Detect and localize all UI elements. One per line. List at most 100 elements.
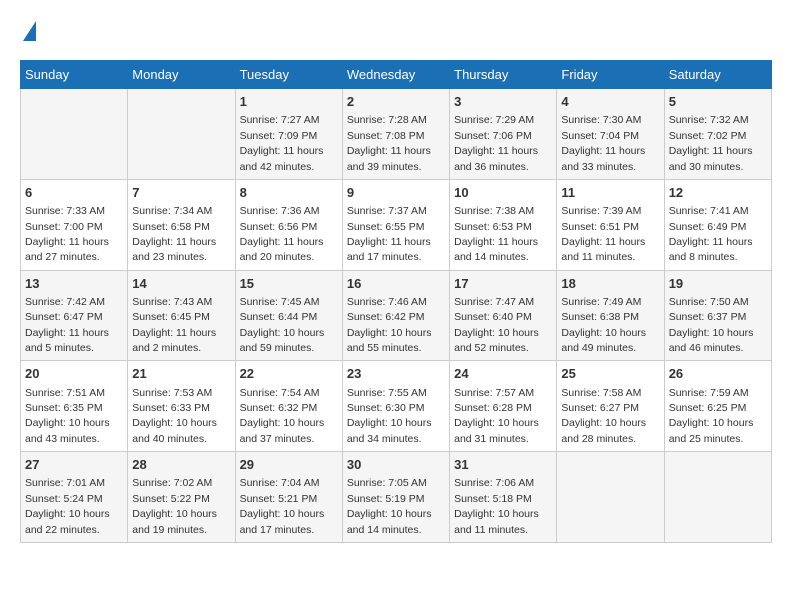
- daylight-text: Daylight: 10 hours and 55 minutes.: [347, 327, 432, 354]
- sunrise-text: Sunrise: 7:57 AM: [454, 387, 534, 399]
- day-number: 10: [454, 184, 552, 202]
- calendar-cell: 23Sunrise: 7:55 AMSunset: 6:30 PMDayligh…: [342, 361, 449, 452]
- sunset-text: Sunset: 6:33 PM: [132, 402, 210, 414]
- calendar-cell: 6Sunrise: 7:33 AMSunset: 7:00 PMDaylight…: [21, 179, 128, 270]
- weekday-header-saturday: Saturday: [664, 61, 771, 89]
- calendar-cell: 8Sunrise: 7:36 AMSunset: 6:56 PMDaylight…: [235, 179, 342, 270]
- day-number: 25: [561, 365, 659, 383]
- calendar-cell: 16Sunrise: 7:46 AMSunset: 6:42 PMDayligh…: [342, 270, 449, 361]
- day-number: 31: [454, 456, 552, 474]
- sunset-text: Sunset: 7:09 PM: [240, 130, 318, 142]
- logo-line1: [20, 20, 36, 44]
- day-number: 30: [347, 456, 445, 474]
- sunset-text: Sunset: 7:02 PM: [669, 130, 747, 142]
- calendar-cell: 4Sunrise: 7:30 AMSunset: 7:04 PMDaylight…: [557, 89, 664, 180]
- daylight-text: Daylight: 10 hours and 28 minutes.: [561, 417, 646, 444]
- day-number: 14: [132, 275, 230, 293]
- sunrise-text: Sunrise: 7:43 AM: [132, 296, 212, 308]
- sunset-text: Sunset: 6:56 PM: [240, 221, 318, 233]
- day-number: 24: [454, 365, 552, 383]
- sunrise-text: Sunrise: 7:06 AM: [454, 477, 534, 489]
- sunrise-text: Sunrise: 7:34 AM: [132, 205, 212, 217]
- calendar-cell: 10Sunrise: 7:38 AMSunset: 6:53 PMDayligh…: [450, 179, 557, 270]
- daylight-text: Daylight: 11 hours and 27 minutes.: [25, 236, 109, 263]
- week-row-5: 27Sunrise: 7:01 AMSunset: 5:24 PMDayligh…: [21, 452, 772, 543]
- sunrise-text: Sunrise: 7:53 AM: [132, 387, 212, 399]
- daylight-text: Daylight: 11 hours and 33 minutes.: [561, 145, 645, 172]
- sunset-text: Sunset: 6:25 PM: [669, 402, 747, 414]
- daylight-text: Daylight: 10 hours and 25 minutes.: [669, 417, 754, 444]
- day-number: 27: [25, 456, 123, 474]
- sunset-text: Sunset: 6:49 PM: [669, 221, 747, 233]
- sunrise-text: Sunrise: 7:46 AM: [347, 296, 427, 308]
- calendar-cell: 3Sunrise: 7:29 AMSunset: 7:06 PMDaylight…: [450, 89, 557, 180]
- daylight-text: Daylight: 11 hours and 11 minutes.: [561, 236, 645, 263]
- daylight-text: Daylight: 10 hours and 40 minutes.: [132, 417, 217, 444]
- day-number: 29: [240, 456, 338, 474]
- weekday-header-row: SundayMondayTuesdayWednesdayThursdayFrid…: [21, 61, 772, 89]
- sunrise-text: Sunrise: 7:32 AM: [669, 114, 749, 126]
- sunrise-text: Sunrise: 7:37 AM: [347, 205, 427, 217]
- daylight-text: Daylight: 10 hours and 31 minutes.: [454, 417, 539, 444]
- day-number: 15: [240, 275, 338, 293]
- sunset-text: Sunset: 6:44 PM: [240, 311, 318, 323]
- sunrise-text: Sunrise: 7:02 AM: [132, 477, 212, 489]
- day-number: 7: [132, 184, 230, 202]
- day-number: 1: [240, 93, 338, 111]
- sunrise-text: Sunrise: 7:05 AM: [347, 477, 427, 489]
- daylight-text: Daylight: 11 hours and 17 minutes.: [347, 236, 431, 263]
- sunset-text: Sunset: 6:30 PM: [347, 402, 425, 414]
- week-row-2: 6Sunrise: 7:33 AMSunset: 7:00 PMDaylight…: [21, 179, 772, 270]
- daylight-text: Daylight: 10 hours and 17 minutes.: [240, 508, 325, 535]
- sunrise-text: Sunrise: 7:28 AM: [347, 114, 427, 126]
- sunrise-text: Sunrise: 7:04 AM: [240, 477, 320, 489]
- sunset-text: Sunset: 7:06 PM: [454, 130, 532, 142]
- calendar-cell: [557, 452, 664, 543]
- day-number: 2: [347, 93, 445, 111]
- day-number: 28: [132, 456, 230, 474]
- daylight-text: Daylight: 10 hours and 11 minutes.: [454, 508, 539, 535]
- daylight-text: Daylight: 11 hours and 2 minutes.: [132, 327, 216, 354]
- calendar-cell: 15Sunrise: 7:45 AMSunset: 6:44 PMDayligh…: [235, 270, 342, 361]
- sunrise-text: Sunrise: 7:55 AM: [347, 387, 427, 399]
- sunset-text: Sunset: 7:00 PM: [25, 221, 103, 233]
- day-number: 16: [347, 275, 445, 293]
- logo: [20, 20, 36, 44]
- weekday-header-tuesday: Tuesday: [235, 61, 342, 89]
- logo-triangle-icon: [23, 21, 36, 41]
- daylight-text: Daylight: 10 hours and 22 minutes.: [25, 508, 110, 535]
- week-row-1: 1Sunrise: 7:27 AMSunset: 7:09 PMDaylight…: [21, 89, 772, 180]
- weekday-header-friday: Friday: [557, 61, 664, 89]
- calendar-cell: [664, 452, 771, 543]
- calendar-cell: 19Sunrise: 7:50 AMSunset: 6:37 PMDayligh…: [664, 270, 771, 361]
- calendar-cell: 27Sunrise: 7:01 AMSunset: 5:24 PMDayligh…: [21, 452, 128, 543]
- calendar-cell: 12Sunrise: 7:41 AMSunset: 6:49 PMDayligh…: [664, 179, 771, 270]
- calendar-cell: 22Sunrise: 7:54 AMSunset: 6:32 PMDayligh…: [235, 361, 342, 452]
- daylight-text: Daylight: 11 hours and 20 minutes.: [240, 236, 324, 263]
- day-number: 18: [561, 275, 659, 293]
- calendar-cell: 14Sunrise: 7:43 AMSunset: 6:45 PMDayligh…: [128, 270, 235, 361]
- weekday-header-wednesday: Wednesday: [342, 61, 449, 89]
- daylight-text: Daylight: 11 hours and 8 minutes.: [669, 236, 753, 263]
- sunset-text: Sunset: 6:55 PM: [347, 221, 425, 233]
- sunrise-text: Sunrise: 7:41 AM: [669, 205, 749, 217]
- daylight-text: Daylight: 11 hours and 36 minutes.: [454, 145, 538, 172]
- sunset-text: Sunset: 6:37 PM: [669, 311, 747, 323]
- sunset-text: Sunset: 7:04 PM: [561, 130, 639, 142]
- calendar-cell: 29Sunrise: 7:04 AMSunset: 5:21 PMDayligh…: [235, 452, 342, 543]
- sunset-text: Sunset: 6:35 PM: [25, 402, 103, 414]
- day-number: 21: [132, 365, 230, 383]
- day-number: 20: [25, 365, 123, 383]
- daylight-text: Daylight: 10 hours and 37 minutes.: [240, 417, 325, 444]
- sunrise-text: Sunrise: 7:49 AM: [561, 296, 641, 308]
- daylight-text: Daylight: 11 hours and 23 minutes.: [132, 236, 216, 263]
- daylight-text: Daylight: 10 hours and 19 minutes.: [132, 508, 217, 535]
- day-number: 26: [669, 365, 767, 383]
- daylight-text: Daylight: 11 hours and 42 minutes.: [240, 145, 324, 172]
- sunrise-text: Sunrise: 7:38 AM: [454, 205, 534, 217]
- daylight-text: Daylight: 10 hours and 52 minutes.: [454, 327, 539, 354]
- sunset-text: Sunset: 5:24 PM: [25, 493, 103, 505]
- daylight-text: Daylight: 11 hours and 30 minutes.: [669, 145, 753, 172]
- daylight-text: Daylight: 10 hours and 46 minutes.: [669, 327, 754, 354]
- sunset-text: Sunset: 6:32 PM: [240, 402, 318, 414]
